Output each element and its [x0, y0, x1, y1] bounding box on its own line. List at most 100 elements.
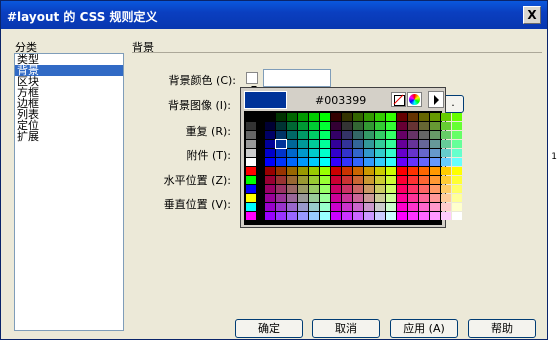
- color-cell[interactable]: [298, 185, 308, 193]
- color-cell[interactable]: [298, 158, 308, 166]
- color-cell[interactable]: [419, 113, 429, 121]
- color-cell[interactable]: [246, 131, 256, 139]
- color-cell[interactable]: [246, 140, 256, 148]
- color-cell[interactable]: [276, 194, 286, 202]
- color-cell[interactable]: [246, 122, 256, 130]
- color-cell[interactable]: [287, 185, 297, 193]
- color-cell[interactable]: [320, 158, 330, 166]
- color-cell[interactable]: [276, 113, 286, 121]
- color-cell[interactable]: [375, 158, 385, 166]
- color-cell[interactable]: [276, 149, 286, 157]
- color-cell[interactable]: [364, 203, 374, 211]
- color-cell[interactable]: [287, 149, 297, 157]
- color-cell[interactable]: [375, 167, 385, 175]
- color-cell[interactable]: [430, 176, 440, 184]
- color-cell[interactable]: [452, 203, 462, 211]
- color-cell[interactable]: [397, 167, 407, 175]
- color-cell[interactable]: [419, 122, 429, 130]
- color-cell[interactable]: [246, 194, 256, 202]
- color-cell[interactable]: [441, 176, 451, 184]
- color-cell[interactable]: [386, 176, 396, 184]
- color-cell[interactable]: [276, 167, 286, 175]
- color-cell[interactable]: [331, 185, 341, 193]
- color-cell[interactable]: [331, 176, 341, 184]
- ok-button[interactable]: 确定: [235, 319, 303, 338]
- color-cell[interactable]: [287, 212, 297, 220]
- color-cell[interactable]: [408, 212, 418, 220]
- color-cell[interactable]: [309, 185, 319, 193]
- color-cell[interactable]: [364, 185, 374, 193]
- color-cell[interactable]: [430, 158, 440, 166]
- color-cell[interactable]: [452, 122, 462, 130]
- color-cell[interactable]: [353, 122, 363, 130]
- color-cell[interactable]: [298, 194, 308, 202]
- color-cell[interactable]: [287, 122, 297, 130]
- color-cell[interactable]: [419, 158, 429, 166]
- color-cell[interactable]: [419, 176, 429, 184]
- color-cell[interactable]: [375, 194, 385, 202]
- color-cell[interactable]: [452, 131, 462, 139]
- color-cell[interactable]: [265, 122, 275, 130]
- color-cell[interactable]: [386, 158, 396, 166]
- color-cell[interactable]: [441, 185, 451, 193]
- color-cell[interactable]: [430, 140, 440, 148]
- color-cell[interactable]: [320, 194, 330, 202]
- color-cell[interactable]: [276, 122, 286, 130]
- color-cell[interactable]: [298, 113, 308, 121]
- color-cell[interactable]: [320, 131, 330, 139]
- color-cell[interactable]: [397, 176, 407, 184]
- color-cell[interactable]: [430, 203, 440, 211]
- color-cell[interactable]: [287, 194, 297, 202]
- color-cell[interactable]: [364, 113, 374, 121]
- color-cell[interactable]: [375, 140, 385, 148]
- color-cell[interactable]: [309, 212, 319, 220]
- color-cell[interactable]: [364, 176, 374, 184]
- color-cell[interactable]: [331, 158, 341, 166]
- color-cell[interactable]: [265, 176, 275, 184]
- color-cell[interactable]: [320, 167, 330, 175]
- color-cell[interactable]: [353, 194, 363, 202]
- color-cell[interactable]: [298, 167, 308, 175]
- color-cell[interactable]: [397, 113, 407, 121]
- color-cell[interactable]: [441, 167, 451, 175]
- color-cell[interactable]: [331, 194, 341, 202]
- color-cell[interactable]: [298, 140, 308, 148]
- color-cell[interactable]: [408, 167, 418, 175]
- color-cell[interactable]: [430, 122, 440, 130]
- color-wheel-icon[interactable]: [407, 92, 422, 107]
- color-cell[interactable]: [397, 131, 407, 139]
- color-cell[interactable]: [276, 158, 286, 166]
- color-cell[interactable]: [408, 203, 418, 211]
- color-cell[interactable]: [342, 131, 352, 139]
- color-cell[interactable]: [265, 203, 275, 211]
- color-cell[interactable]: [276, 131, 286, 139]
- color-cell[interactable]: [353, 185, 363, 193]
- color-cell[interactable]: [276, 203, 286, 211]
- color-cell[interactable]: [265, 212, 275, 220]
- color-cell[interactable]: [342, 149, 352, 157]
- color-cell[interactable]: [452, 185, 462, 193]
- color-cell[interactable]: [397, 185, 407, 193]
- color-cell[interactable]: [287, 140, 297, 148]
- color-cell[interactable]: [320, 212, 330, 220]
- color-cell[interactable]: [419, 212, 429, 220]
- color-cell[interactable]: [331, 149, 341, 157]
- color-cell[interactable]: [320, 185, 330, 193]
- color-cell[interactable]: [408, 113, 418, 121]
- color-cell[interactable]: [441, 158, 451, 166]
- color-cell[interactable]: [386, 212, 396, 220]
- category-item[interactable]: 扩展: [15, 131, 123, 142]
- color-cell[interactable]: [320, 149, 330, 157]
- color-cell[interactable]: [441, 131, 451, 139]
- color-cell[interactable]: [287, 203, 297, 211]
- color-cell[interactable]: [276, 212, 286, 220]
- color-cell[interactable]: [331, 167, 341, 175]
- color-cell[interactable]: [386, 185, 396, 193]
- color-cell[interactable]: [430, 167, 440, 175]
- color-cell[interactable]: [375, 212, 385, 220]
- color-cell[interactable]: [441, 140, 451, 148]
- color-cell[interactable]: [331, 203, 341, 211]
- color-cell[interactable]: [397, 122, 407, 130]
- color-cell[interactable]: [452, 176, 462, 184]
- color-cell[interactable]: [342, 194, 352, 202]
